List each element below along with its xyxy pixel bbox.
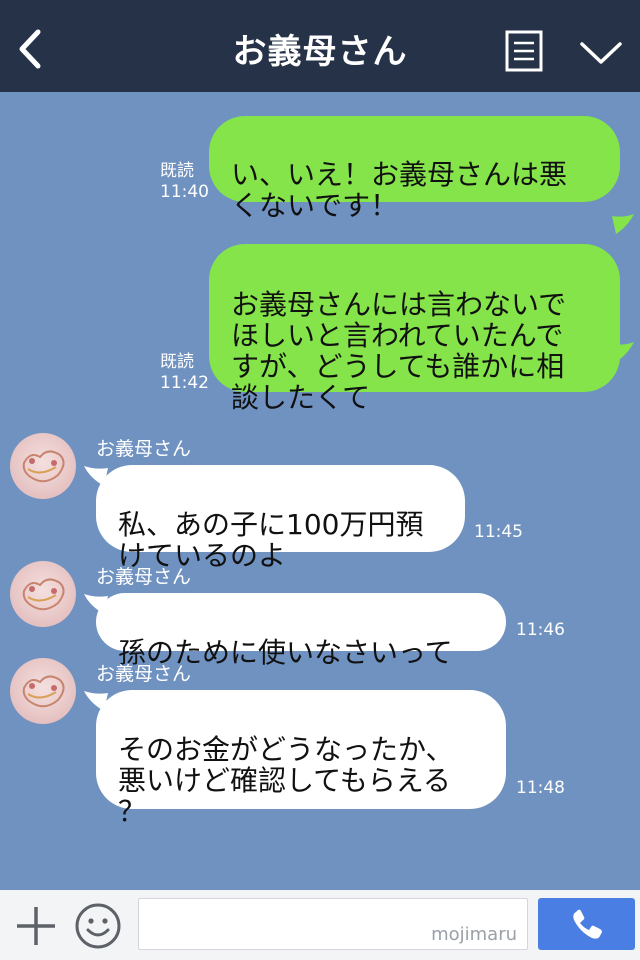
- menu-icon: [505, 30, 543, 72]
- collapse-chevron-icon: [580, 42, 622, 64]
- read-receipt: 既読 11:42: [160, 352, 209, 394]
- incoming-message[interactable]: 私、あの子に100万円預 けているのよ: [96, 465, 465, 571]
- menu-button[interactable]: [505, 30, 543, 72]
- bubble-tail: [612, 342, 634, 362]
- emoji-button[interactable]: [74, 902, 122, 950]
- incoming-message[interactable]: 孫のために使いなさいって: [96, 593, 506, 668]
- outgoing-message[interactable]: お義母さんには言わないで ほしいと言われていたんで すが、どうしても誰かに相 談…: [209, 244, 620, 413]
- avatar-image-icon: [22, 578, 65, 611]
- smiley-icon: [75, 903, 121, 949]
- message-text: そのお金がどうなったか、 悪いけど確認してもらえる ？: [118, 733, 454, 828]
- message-text: お義母さんには言わないで ほしいと言われていたんで すが、どうしても誰かに相 談…: [231, 288, 567, 414]
- message-time: 11:45: [474, 522, 523, 542]
- phone-icon: [573, 909, 602, 939]
- sender-name: お義母さん: [96, 566, 192, 588]
- plus-icon: [17, 907, 55, 945]
- read-label: 既読: [160, 352, 194, 372]
- message-time: 11:42: [160, 373, 209, 393]
- sender-name: お義母さん: [96, 663, 192, 685]
- collapse-button[interactable]: [578, 38, 624, 68]
- read-receipt: 既読 11:40: [160, 161, 209, 203]
- message-text: い、いえ！お義母さんは悪 くないです！: [231, 158, 568, 222]
- chat-area[interactable]: 既読 11:40 い、いえ！お義母さんは悪 くないです！ 既読 11:42 お義…: [0, 92, 640, 890]
- read-label: 既読: [160, 161, 194, 181]
- sender-name: お義母さん: [96, 438, 192, 460]
- avatar[interactable]: [10, 561, 76, 627]
- watermark-text: mojimaru: [431, 924, 517, 945]
- message-time: 11:48: [516, 778, 565, 798]
- avatar[interactable]: [10, 658, 76, 724]
- avatar[interactable]: [10, 433, 76, 499]
- bubble-tail: [612, 214, 634, 234]
- outgoing-message[interactable]: い、いえ！お義母さんは悪 くないです！: [209, 116, 620, 221]
- avatar-image-icon: [22, 450, 65, 483]
- add-button[interactable]: [14, 904, 58, 948]
- call-button[interactable]: [538, 898, 635, 950]
- avatar-image-icon: [22, 675, 65, 708]
- message-input[interactable]: mojimaru: [138, 898, 528, 950]
- message-time: 11:46: [516, 620, 565, 640]
- incoming-message[interactable]: そのお金がどうなったか、 悪いけど確認してもらえる ？: [96, 690, 506, 827]
- message-time: 11:40: [160, 182, 209, 202]
- chat-header: お義母さん: [0, 0, 640, 92]
- chat-title: お義母さん: [232, 32, 408, 72]
